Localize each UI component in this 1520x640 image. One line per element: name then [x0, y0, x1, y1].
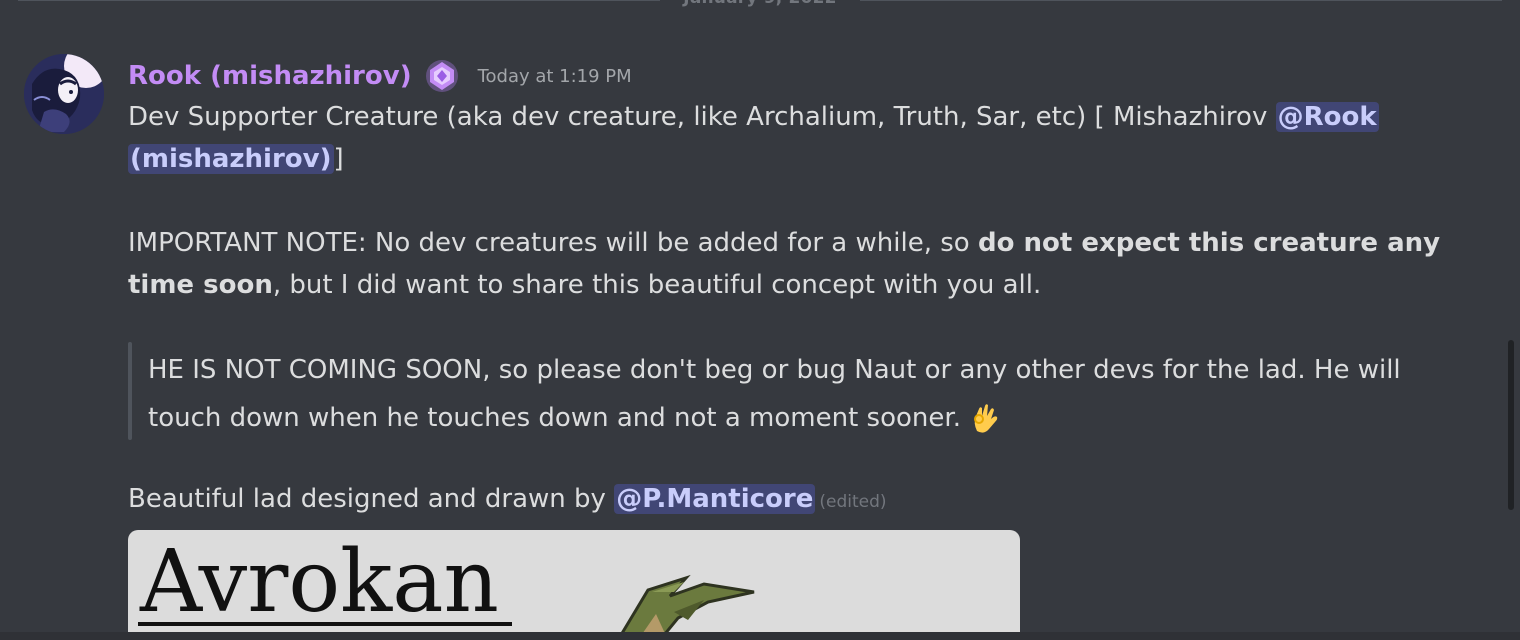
chat-view: January 9, 2022 Rook (mishazhirov) Today… [0, 0, 1520, 640]
message-line-intro: Dev Supporter Creature (aka dev creature… [128, 96, 1448, 180]
intro-bracket-close: ] [333, 144, 344, 174]
scrollbar-thumb[interactable] [1508, 340, 1514, 510]
note-bold-b: time soon [128, 270, 273, 300]
quote-line-2: touch down when he touches down and not … [148, 403, 961, 433]
composer-edge [0, 632, 1520, 640]
mention-rook[interactable]: @Rook [1275, 102, 1379, 132]
image-attachment[interactable]: Avrokan [128, 530, 1020, 640]
date-divider-line-right [860, 0, 1502, 1]
attachment-art-title: Avrokan [140, 532, 499, 632]
blockquote-bar [128, 342, 132, 440]
date-divider-line-left [18, 0, 660, 1]
message-timestamp[interactable]: Today at 1:19 PM [478, 66, 632, 87]
nitro-gem-badge-icon[interactable] [424, 58, 460, 94]
note-suffix: , but I did want to share this beautiful… [272, 270, 1042, 300]
attachment-art-underline [138, 622, 512, 626]
credit-text: Beautiful lad designed and drawn by [128, 484, 615, 514]
intro-text: Dev Supporter Creature (aka dev creature… [128, 102, 1276, 132]
blockquote-text: HE IS NOT COMING SOON, so please don't b… [148, 346, 1448, 442]
message-credit-line: Beautiful lad designed and drawn by @P.M… [128, 478, 1448, 523]
note-bold-a: do not expect this creature any [977, 228, 1441, 258]
avatar-image [24, 54, 104, 134]
note-prefix: IMPORTANT NOTE: No dev creatures will be… [128, 228, 978, 258]
message-important-note: IMPORTANT NOTE: No dev creatures will be… [128, 222, 1448, 306]
quote-line-1: HE IS NOT COMING SOON, so please don't b… [148, 355, 1401, 385]
author-username[interactable]: Rook (mishazhirov) [128, 61, 412, 91]
message-blockquote: HE IS NOT COMING SOON, so please don't b… [128, 342, 1448, 440]
message-header: Rook (mishazhirov) Today at 1:19 PM [128, 56, 632, 96]
author-avatar[interactable] [24, 54, 104, 134]
ok-hand-emoji-icon[interactable] [967, 401, 1003, 437]
mention-p-manticore[interactable]: @P.Manticore [614, 484, 816, 514]
mention-rook-handle[interactable]: (mishazhirov) [128, 144, 334, 174]
date-divider-label: January 9, 2022 [660, 0, 860, 8]
edited-label: (edited) [819, 492, 887, 512]
creature-drawing-image [616, 574, 755, 640]
